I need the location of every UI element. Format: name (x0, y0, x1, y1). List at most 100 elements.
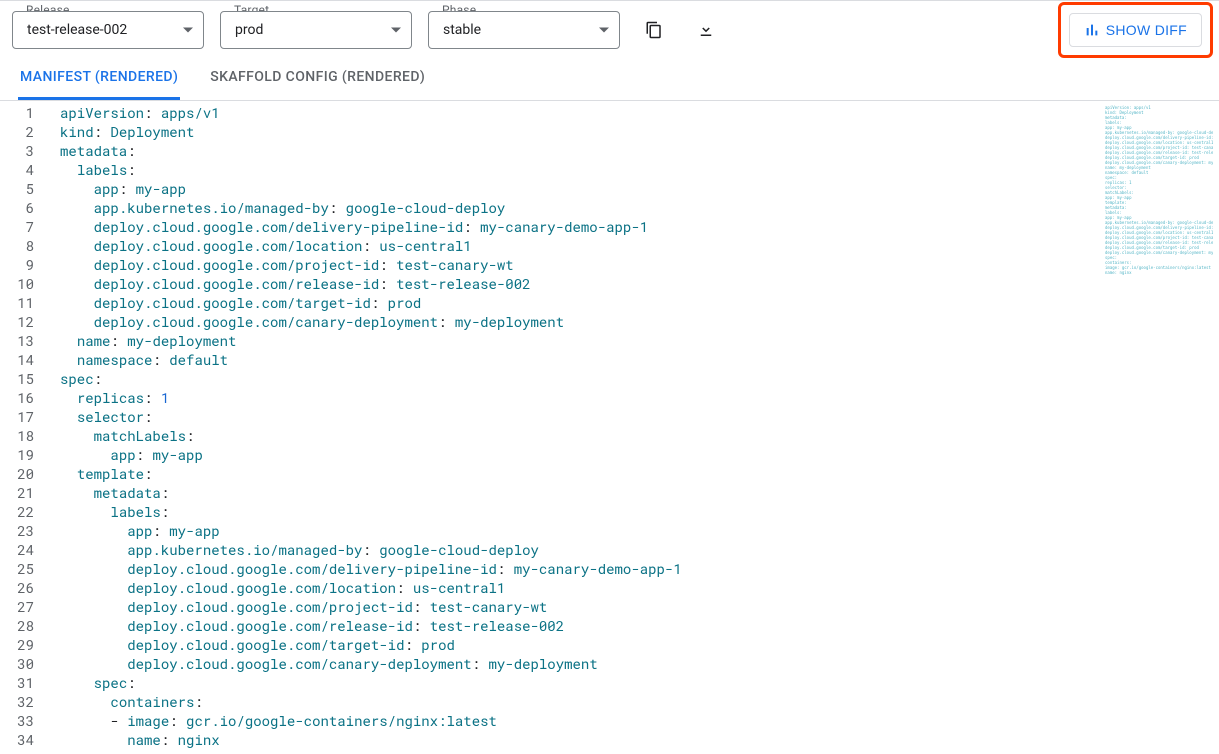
line-number: 12 (0, 312, 48, 331)
line-number: 6 (0, 198, 48, 217)
target-select[interactable]: Target prod (220, 11, 412, 49)
code-content: labels: (48, 502, 169, 521)
line-number: 31 (0, 673, 48, 692)
code-content: deploy.cloud.google.com/release-id: test… (48, 616, 564, 635)
line-number: 4 (0, 160, 48, 179)
code-content: deploy.cloud.google.com/target-id: prod (48, 293, 421, 312)
code-line: 4 labels: (0, 160, 1099, 179)
code-line: 12 deploy.cloud.google.com/canary-deploy… (0, 312, 1099, 331)
code-line: 1apiVersion: apps/v1 (0, 103, 1099, 122)
show-diff-label: SHOW DIFF (1106, 22, 1187, 38)
code-line: 30 deploy.cloud.google.com/canary-deploy… (0, 654, 1099, 673)
toolbar: Release test-release-002 Target prod Pha… (0, 0, 1219, 57)
line-number: 2 (0, 122, 48, 141)
copy-button[interactable] (636, 12, 672, 48)
code-content: deploy.cloud.google.com/canary-deploymen… (48, 654, 598, 673)
line-number: 8 (0, 236, 48, 255)
line-number: 21 (0, 483, 48, 502)
phase-select[interactable]: Phase stable (428, 11, 620, 49)
chevron-down-icon (599, 28, 609, 33)
release-select[interactable]: Release test-release-002 (12, 11, 204, 49)
line-number: 1 (0, 103, 48, 122)
editor-area: 1apiVersion: apps/v12kind: Deployment3me… (0, 101, 1219, 749)
download-icon (697, 21, 715, 39)
code-content: name: my-deployment (48, 331, 236, 350)
code-content: deploy.cloud.google.com/canary-deploymen… (48, 312, 564, 331)
line-number: 3 (0, 141, 48, 160)
code-content: app.kubernetes.io/managed-by: google-clo… (48, 540, 539, 559)
code-line: 28 deploy.cloud.google.com/release-id: t… (0, 616, 1099, 635)
code-content: containers: (48, 692, 203, 711)
code-line: 32 containers: (0, 692, 1099, 711)
code-line: 9 deploy.cloud.google.com/project-id: te… (0, 255, 1099, 274)
copy-icon (645, 21, 663, 39)
code-content: labels: (48, 160, 136, 179)
line-number: 24 (0, 540, 48, 559)
tabs: MANIFEST (RENDERED) SKAFFOLD CONFIG (REN… (0, 57, 1219, 101)
line-number: 18 (0, 426, 48, 445)
line-number: 17 (0, 407, 48, 426)
line-number: 23 (0, 521, 48, 540)
line-number: 19 (0, 445, 48, 464)
code-content: selector: (48, 407, 152, 426)
code-content: deploy.cloud.google.com/project-id: test… (48, 255, 514, 274)
code-content: spec: (48, 369, 102, 388)
bar-chart-icon (1084, 22, 1100, 38)
line-number: 7 (0, 217, 48, 236)
code-line: 25 deploy.cloud.google.com/delivery-pipe… (0, 559, 1099, 578)
line-number: 16 (0, 388, 48, 407)
code-content: name: nginx (48, 730, 220, 749)
minimap[interactable]: apiVersion: apps/v1kind: Deploymentmetad… (1099, 101, 1219, 749)
target-select-value: prod (235, 22, 263, 38)
release-select-value: test-release-002 (27, 22, 127, 38)
line-number: 15 (0, 369, 48, 388)
line-number: 11 (0, 293, 48, 312)
line-number: 34 (0, 730, 48, 749)
line-number: 32 (0, 692, 48, 711)
code-content: deploy.cloud.google.com/delivery-pipelin… (48, 217, 648, 236)
code-content: deploy.cloud.google.com/project-id: test… (48, 597, 547, 616)
code-line: 34 name: nginx (0, 730, 1099, 749)
show-diff-highlight: SHOW DIFF (1058, 2, 1213, 58)
line-number: 9 (0, 255, 48, 274)
code-line: 29 deploy.cloud.google.com/target-id: pr… (0, 635, 1099, 654)
tab-manifest[interactable]: MANIFEST (RENDERED) (18, 57, 180, 100)
code-line: 26 deploy.cloud.google.com/location: us-… (0, 578, 1099, 597)
code-line: 23 app: my-app (0, 521, 1099, 540)
code-line: 24 app.kubernetes.io/managed-by: google-… (0, 540, 1099, 559)
code-pane[interactable]: 1apiVersion: apps/v12kind: Deployment3me… (0, 101, 1099, 749)
line-number: 30 (0, 654, 48, 673)
code-line: 21 metadata: (0, 483, 1099, 502)
code-line: 14 namespace: default (0, 350, 1099, 369)
download-button[interactable] (688, 12, 724, 48)
code-line: 6 app.kubernetes.io/managed-by: google-c… (0, 198, 1099, 217)
line-number: 5 (0, 179, 48, 198)
code-line: 8 deploy.cloud.google.com/location: us-c… (0, 236, 1099, 255)
code-line: 5 app: my-app (0, 179, 1099, 198)
code-line: 18 matchLabels: (0, 426, 1099, 445)
phase-select-value: stable (443, 22, 481, 38)
code-line: 16 replicas: 1 (0, 388, 1099, 407)
code-content: app: my-app (48, 521, 220, 540)
code-content: spec: (48, 673, 136, 692)
line-number: 33 (0, 711, 48, 730)
code-line: 19 app: my-app (0, 445, 1099, 464)
code-content: app.kubernetes.io/managed-by: google-clo… (48, 198, 505, 217)
code-content: deploy.cloud.google.com/location: us-cen… (48, 578, 505, 597)
code-content: metadata: (48, 141, 136, 160)
code-line: 17 selector: (0, 407, 1099, 426)
code-line: 11 deploy.cloud.google.com/target-id: pr… (0, 293, 1099, 312)
show-diff-button[interactable]: SHOW DIFF (1069, 13, 1202, 47)
line-number: 27 (0, 597, 48, 616)
tab-skaffold[interactable]: SKAFFOLD CONFIG (RENDERED) (208, 57, 427, 100)
line-number: 28 (0, 616, 48, 635)
code-content: deploy.cloud.google.com/target-id: prod (48, 635, 455, 654)
code-content: deploy.cloud.google.com/delivery-pipelin… (48, 559, 682, 578)
code-line: 20 template: (0, 464, 1099, 483)
code-content: deploy.cloud.google.com/release-id: test… (48, 274, 531, 293)
code-content: - image: gcr.io/google-containers/nginx:… (48, 711, 497, 730)
code-line: 27 deploy.cloud.google.com/project-id: t… (0, 597, 1099, 616)
code-content: deploy.cloud.google.com/location: us-cen… (48, 236, 472, 255)
code-content: replicas: 1 (48, 388, 169, 407)
line-number: 29 (0, 635, 48, 654)
